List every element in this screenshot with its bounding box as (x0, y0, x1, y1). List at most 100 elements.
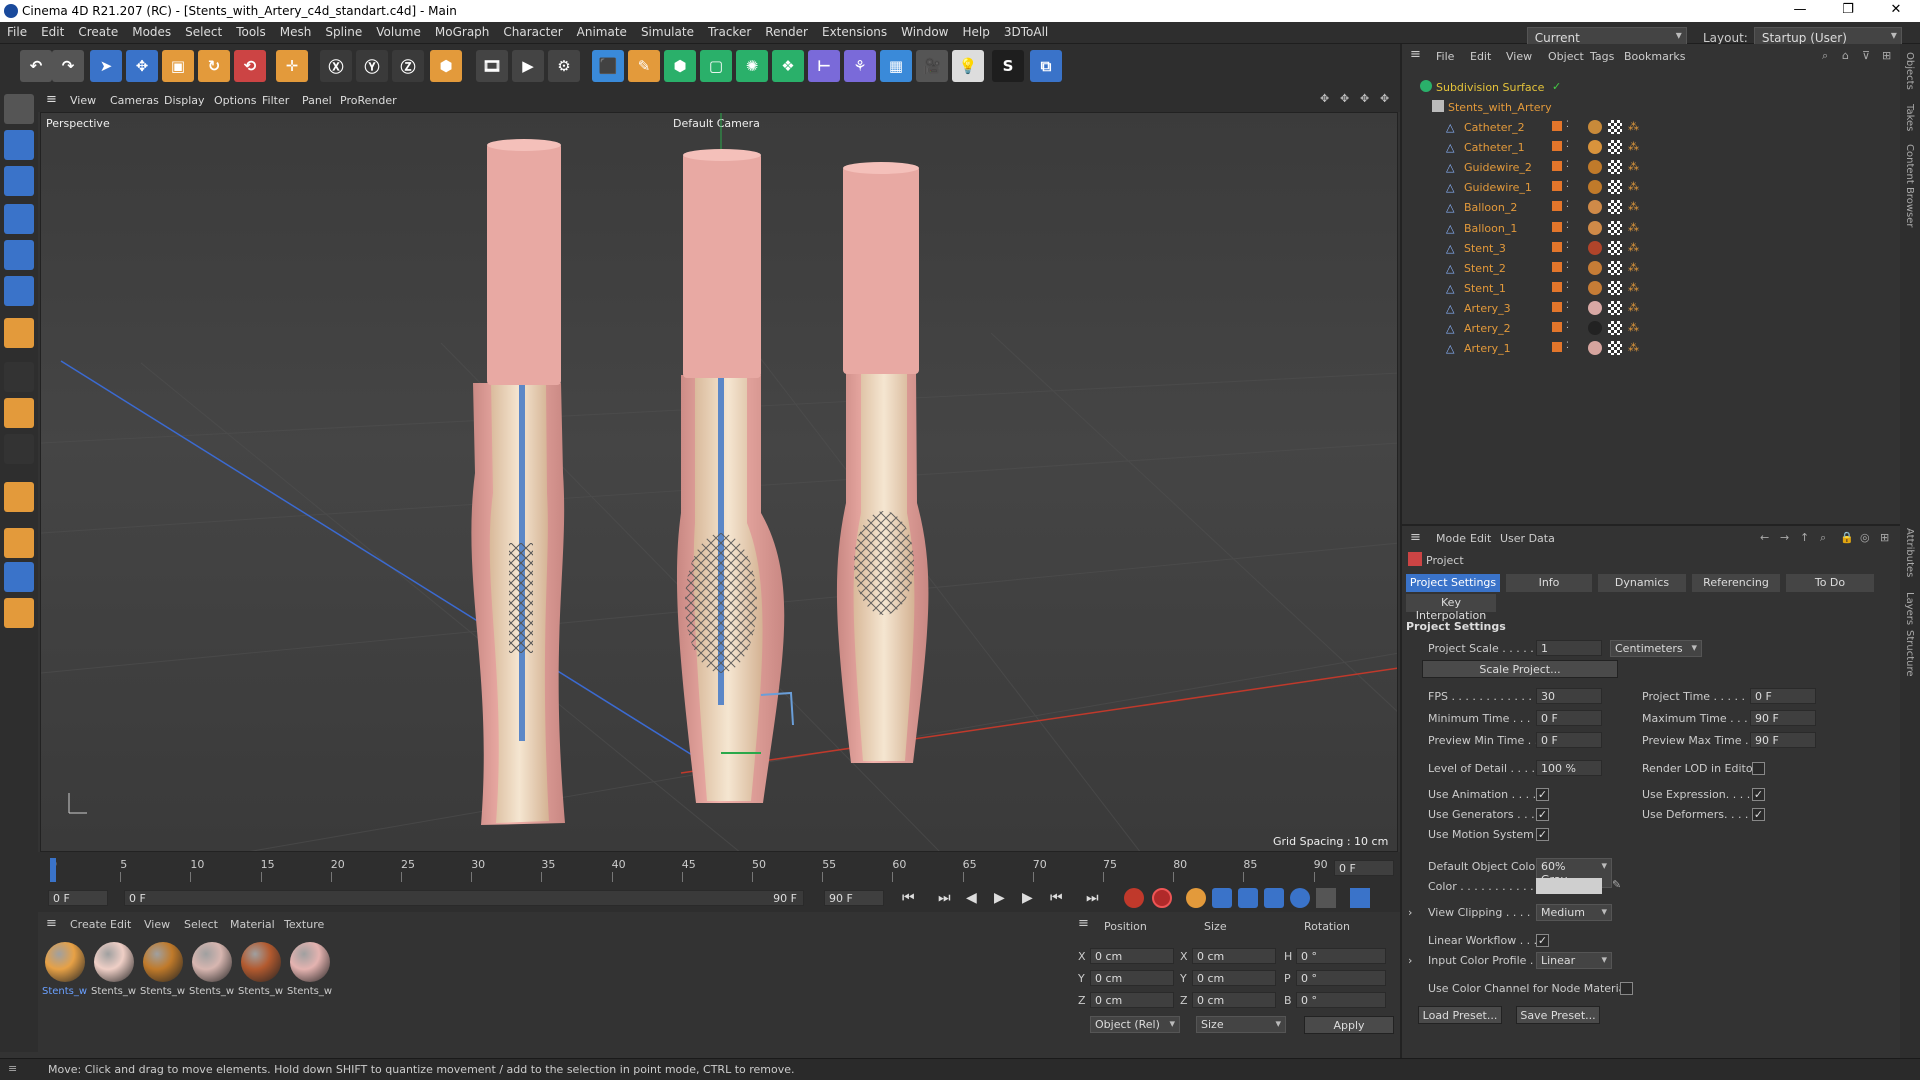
object-row[interactable]: △ Catheter_2 ⁚ ⁂ (1402, 118, 1882, 138)
zoom-view-icon[interactable]: ✥ (1340, 92, 1349, 105)
menu-simulate[interactable]: Simulate (634, 22, 701, 42)
render-lod-checkbox[interactable] (1752, 762, 1765, 775)
attr-field[interactable]: 100 % (1536, 760, 1602, 776)
select-icon[interactable]: ➤ (90, 50, 122, 82)
record-icon[interactable] (1124, 888, 1144, 908)
key-rotation-icon[interactable] (1264, 888, 1284, 908)
camera-icon[interactable]: 🎥 (916, 50, 948, 82)
uvw-tag-icon[interactable] (1608, 140, 1622, 155)
key-scale-icon[interactable] (1238, 888, 1258, 908)
object-row[interactable]: △ Artery_3 ⁚ ⁂ (1402, 299, 1882, 319)
floor-icon[interactable]: ▦ (880, 50, 912, 82)
key-position-icon[interactable] (1212, 888, 1232, 908)
timeline-layout-icon[interactable] (1350, 888, 1370, 908)
material-tag-icon[interactable] (1588, 160, 1602, 175)
viewport-menu-view[interactable]: View (70, 94, 96, 107)
eyedropper-icon[interactable]: ✎ (1612, 878, 1621, 891)
visibility-dots-icon[interactable]: ⁚ (1566, 301, 1569, 311)
phong-tag-icon[interactable]: ⁂ (1628, 341, 1639, 354)
phong-tag-icon[interactable]: ⁂ (1628, 221, 1639, 234)
visibility-dots-icon[interactable]: ⁚ (1566, 160, 1569, 170)
material-menu-icon[interactable]: ≡ (46, 916, 57, 931)
next-frame-icon[interactable]: ▶ (1022, 890, 1033, 906)
attr-menu-0[interactable]: Mode (1436, 532, 1466, 545)
keyframe-selection-icon[interactable] (1186, 888, 1206, 908)
viewport-menu-icon[interactable]: ≡ (46, 92, 57, 107)
python-icon[interactable]: ⧉ (1030, 50, 1062, 82)
object-row[interactable]: △ Balloon_1 ⁚ ⁂ (1402, 219, 1882, 239)
object-row[interactable]: △ Balloon_2 ⁚ ⁂ (1402, 198, 1882, 218)
lock-workplane-icon[interactable] (4, 598, 34, 628)
object-row[interactable]: △ Guidewire_2 ⁚ ⁂ (1402, 158, 1882, 178)
render-view-icon[interactable]: ▶ (512, 50, 544, 82)
attr-field[interactable]: 90 F (1750, 710, 1816, 726)
object-menu-edit[interactable]: Edit (1470, 50, 1491, 63)
node-material-checkbox[interactable] (1620, 982, 1633, 995)
layer-color-icon[interactable] (1552, 301, 1562, 312)
phong-tag-icon[interactable]: ⁂ (1628, 200, 1639, 213)
viewport[interactable]: Perspective Default Camera Grid Spacing … (40, 112, 1398, 852)
side-tab[interactable]: Layers (1904, 592, 1915, 625)
filter-icon[interactable]: ⊽ (1862, 49, 1870, 62)
object-row-group[interactable]: Stents_with_Artery (1402, 98, 1882, 118)
y-axis-icon[interactable]: Ⓨ (356, 50, 388, 82)
prev-key-icon[interactable]: ⏭ (938, 890, 951, 906)
pen-icon[interactable]: ✎ (628, 50, 660, 82)
side-tab[interactable]: Structure (1904, 630, 1915, 677)
material-swatch[interactable]: Stents_w (42, 942, 88, 1002)
object-menu-object[interactable]: Object (1548, 50, 1584, 63)
material-tag-icon[interactable] (1588, 120, 1602, 134)
material-menu-create[interactable]: Create (70, 918, 107, 931)
checkbox[interactable]: ✓ (1536, 788, 1549, 801)
visibility-dots-icon[interactable]: ⁚ (1566, 321, 1569, 331)
forward-icon[interactable]: → (1780, 531, 1789, 544)
attr-field[interactable]: 90 F (1750, 732, 1816, 748)
menu-file[interactable]: File (0, 22, 34, 42)
instance-icon[interactable]: ❖ (772, 50, 804, 82)
visibility-dots-icon[interactable]: ⁚ (1566, 180, 1569, 190)
rotation-field[interactable]: 0 ° (1296, 970, 1386, 986)
position-field[interactable]: 0 cm (1090, 948, 1174, 964)
render-settings-icon[interactable]: ⚙ (548, 50, 580, 82)
phong-tag-icon[interactable]: ⁂ (1628, 120, 1639, 133)
recent-tool-icon[interactable]: ⟲ (234, 50, 266, 82)
grid-icon[interactable] (4, 562, 34, 592)
snap-icon[interactable] (4, 362, 34, 392)
search-icon[interactable]: ⌕ (1822, 49, 1828, 63)
menu-tools[interactable]: Tools (229, 22, 273, 42)
uvw-tag-icon[interactable] (1608, 240, 1622, 255)
target-icon[interactable]: ◎ (1860, 531, 1870, 544)
model-mode-icon[interactable] (4, 130, 34, 160)
side-tab[interactable]: Content Browser (1904, 144, 1915, 227)
menu-3dtoall[interactable]: 3DToAll (997, 22, 1055, 42)
magnet-icon[interactable] (4, 482, 34, 512)
phong-tag-icon[interactable]: ⁂ (1628, 241, 1639, 254)
scale-project-button[interactable]: Scale Project... (1422, 660, 1618, 678)
z-axis-icon[interactable]: Ⓩ (392, 50, 424, 82)
checkbox[interactable]: ✓ (1536, 828, 1549, 841)
viewport-menu-cameras[interactable]: Cameras (110, 94, 159, 107)
uvw-tag-icon[interactable] (1608, 300, 1622, 315)
attr-tab-4[interactable]: To Do (1786, 574, 1874, 592)
attr-menu-icon[interactable]: ≡ (1410, 530, 1421, 545)
material-swatch[interactable]: Stents_w (189, 942, 235, 1002)
material-tag-icon[interactable] (1588, 280, 1602, 295)
undo-icon[interactable]: ↶ (20, 50, 52, 82)
checkbox[interactable]: ✓ (1536, 808, 1549, 821)
cloner-icon[interactable]: ✺ (736, 50, 768, 82)
uvw-tag-icon[interactable] (1608, 280, 1622, 295)
back-icon[interactable]: ← (1760, 531, 1769, 544)
visibility-dots-icon[interactable]: ⁚ (1566, 261, 1569, 271)
viewport-menu-filter[interactable]: Filter (262, 94, 289, 107)
phong-tag-icon[interactable]: ⁂ (1628, 301, 1639, 314)
layer-color-icon[interactable] (1552, 181, 1562, 192)
phong-tag-icon[interactable]: ⁂ (1628, 180, 1639, 193)
attr-tab-0[interactable]: Project Settings (1406, 574, 1500, 592)
scale-icon[interactable]: ▣ (162, 50, 194, 82)
visibility-dots-icon[interactable]: ⁚ (1566, 221, 1569, 231)
search-icon[interactable]: ⌕ (1820, 531, 1826, 545)
uvw-tag-icon[interactable] (1608, 220, 1622, 235)
size-field[interactable]: 0 cm (1192, 970, 1276, 986)
object-menu-icon[interactable]: ≡ (1410, 47, 1421, 62)
menu-spline[interactable]: Spline (318, 22, 369, 42)
